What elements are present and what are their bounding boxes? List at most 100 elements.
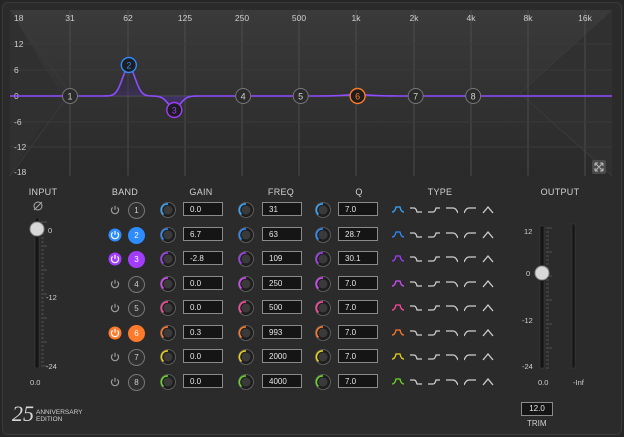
filter-type-high-shelf-icon[interactable] [428, 254, 440, 264]
filter-type-notch-icon[interactable] [482, 328, 494, 338]
filter-type-bell-icon[interactable] [392, 230, 404, 240]
band-node-7[interactable]: 7 [407, 88, 424, 104]
band-number-button[interactable]: 5 [128, 300, 145, 317]
freq-knob[interactable] [238, 226, 254, 243]
filter-type-notch-icon[interactable] [482, 279, 494, 289]
gain-knob[interactable] [160, 275, 176, 292]
q-field[interactable]: 28.7 [338, 226, 378, 241]
gain-field[interactable]: 0.0 [183, 300, 223, 314]
filter-type-notch-icon[interactable] [482, 205, 494, 215]
gain-knob[interactable] [160, 251, 176, 267]
filter-type-high-shelf-icon[interactable] [428, 352, 440, 362]
filter-type-low-shelf-icon[interactable] [410, 377, 422, 387]
freq-field[interactable]: 31 [262, 202, 302, 216]
gain-knob[interactable] [160, 349, 176, 365]
filter-type-high-pass-icon[interactable] [464, 254, 476, 264]
filter-type-notch-icon[interactable] [482, 352, 494, 362]
power-icon[interactable] [108, 350, 122, 364]
filter-type-high-pass-icon[interactable] [464, 377, 476, 387]
power-icon[interactable] [108, 277, 122, 291]
band-node-6[interactable]: 6 [349, 87, 366, 105]
filter-type-bell-icon[interactable] [392, 352, 404, 362]
filter-type-high-shelf-icon[interactable] [428, 303, 440, 313]
filter-type-low-shelf-icon[interactable] [410, 279, 422, 289]
q-knob[interactable] [315, 226, 331, 243]
freq-knob[interactable] [238, 300, 254, 316]
filter-type-high-shelf-icon[interactable] [428, 230, 440, 240]
filter-type-notch-icon[interactable] [482, 254, 494, 264]
filter-type-low-pass-icon[interactable] [446, 230, 458, 240]
band-number-button[interactable]: 6 [128, 324, 145, 342]
q-field[interactable]: 7.0 [338, 202, 378, 216]
freq-field[interactable]: 109 [262, 251, 302, 265]
filter-type-high-shelf-icon[interactable] [428, 205, 440, 215]
gain-field[interactable]: 0.0 [183, 349, 223, 363]
trim-field[interactable]: 12.0 [521, 402, 553, 416]
q-field[interactable]: 7.0 [338, 349, 378, 363]
q-knob[interactable] [315, 202, 331, 218]
power-icon[interactable] [108, 375, 122, 389]
filter-type-high-pass-icon[interactable] [464, 303, 476, 313]
filter-type-low-shelf-icon[interactable] [410, 254, 422, 264]
freq-knob[interactable] [238, 373, 254, 390]
filter-type-bell-icon[interactable] [392, 279, 404, 289]
filter-type-high-shelf-icon[interactable] [428, 279, 440, 289]
band-number-button[interactable]: 7 [128, 349, 145, 366]
freq-knob[interactable] [238, 324, 254, 341]
band-node-5[interactable]: 5 [292, 88, 309, 104]
filter-type-high-shelf-icon[interactable] [428, 377, 440, 387]
eq-graph[interactable]: 31 62 125 250 500 1k 2k 4k 8k 16k 181260-6-12-18 … [0, 0, 624, 180]
freq-knob[interactable] [238, 275, 254, 292]
filter-type-low-pass-icon[interactable] [446, 377, 458, 387]
filter-type-bell-icon[interactable] [392, 328, 404, 338]
band-number-button[interactable]: 2 [128, 226, 145, 244]
filter-type-low-shelf-icon[interactable] [410, 230, 422, 240]
gain-knob[interactable] [160, 300, 176, 316]
filter-type-low-pass-icon[interactable] [446, 328, 458, 338]
q-knob[interactable] [315, 275, 331, 292]
band-node-8[interactable]: 8 [465, 88, 482, 104]
q-field[interactable]: 7.0 [338, 300, 378, 314]
q-field[interactable]: 7.0 [338, 373, 378, 388]
filter-type-low-pass-icon[interactable] [446, 205, 458, 215]
gain-field[interactable]: 0.0 [183, 373, 223, 388]
filter-type-bell-icon[interactable] [392, 377, 404, 387]
output-fader[interactable] [530, 222, 590, 372]
filter-type-notch-icon[interactable] [482, 377, 494, 387]
filter-type-low-shelf-icon[interactable] [410, 205, 422, 215]
gain-knob[interactable] [160, 324, 176, 341]
q-knob[interactable] [315, 324, 331, 341]
power-icon[interactable] [108, 252, 122, 266]
filter-type-low-pass-icon[interactable] [446, 303, 458, 313]
gain-knob[interactable] [160, 226, 176, 243]
band-node-1[interactable]: 1 [62, 88, 78, 104]
freq-knob[interactable] [238, 349, 254, 365]
filter-type-low-shelf-icon[interactable] [410, 352, 422, 362]
power-icon[interactable] [108, 326, 122, 340]
q-field[interactable]: 30.1 [338, 251, 378, 265]
band-node-4[interactable]: 4 [235, 88, 252, 104]
q-field[interactable]: 7.0 [338, 324, 378, 339]
power-icon[interactable] [108, 228, 122, 242]
filter-type-low-pass-icon[interactable] [446, 279, 458, 289]
band-node-3[interactable]: 3 [166, 101, 183, 119]
output-fader-thumb[interactable] [534, 265, 550, 281]
freq-field[interactable]: 4000 [262, 373, 302, 388]
q-knob[interactable] [315, 373, 331, 390]
power-icon[interactable] [108, 301, 122, 315]
power-icon[interactable] [108, 203, 122, 217]
filter-type-low-pass-icon[interactable] [446, 352, 458, 362]
filter-type-notch-icon[interactable] [482, 303, 494, 313]
filter-type-high-pass-icon[interactable] [464, 230, 476, 240]
q-knob[interactable] [315, 300, 331, 316]
q-field[interactable]: 7.0 [338, 275, 378, 290]
filter-type-high-shelf-icon[interactable] [428, 328, 440, 338]
filter-type-high-pass-icon[interactable] [464, 205, 476, 215]
band-number-button[interactable]: 8 [128, 373, 145, 391]
gain-field[interactable]: 0.0 [183, 275, 223, 290]
gain-field[interactable]: 0.3 [183, 324, 223, 339]
band-node-2[interactable]: 2 [120, 56, 138, 74]
freq-knob[interactable] [238, 251, 254, 267]
q-knob[interactable] [315, 251, 331, 267]
filter-type-low-shelf-icon[interactable] [410, 328, 422, 338]
